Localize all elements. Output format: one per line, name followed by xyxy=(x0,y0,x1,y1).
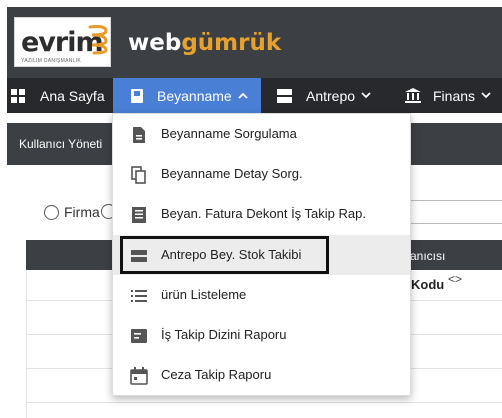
copy-icon xyxy=(131,166,146,184)
book-icon xyxy=(131,88,143,103)
main-navbar: Ana Sayfa Beyanname Antrepo Finans xyxy=(7,78,502,113)
table-header-label: anıcısı xyxy=(410,249,446,263)
chevron-up-icon xyxy=(238,92,248,99)
menu-item-beyanname-detay[interactable]: Beyanname Detay Sorg. xyxy=(113,154,410,194)
bank-icon xyxy=(405,88,421,103)
menu-item-label: Beyan. Fatura Dekont İş Takip Rap. xyxy=(161,206,366,221)
filter-input[interactable] xyxy=(410,200,502,224)
menu-item-label: ürün Listeleme xyxy=(161,287,247,302)
brand-suffix: gümrük xyxy=(181,30,282,56)
company-logo[interactable]: evrim yazılım danışmanlık xyxy=(14,17,111,67)
app-header: evrim yazılım danışmanlık webgümrük xyxy=(7,7,502,78)
menu-item-is-takip-dizini[interactable]: İş Takip Dizini Raporu xyxy=(113,315,410,355)
radio-label: Firma xyxy=(64,204,100,220)
column-header-kodu[interactable]: Kodu xyxy=(411,277,444,292)
menu-item-label: Ceza Takip Raporu xyxy=(161,367,272,382)
brand-prefix: web xyxy=(128,30,182,56)
menu-item-urun-listeleme[interactable]: ürün Listeleme xyxy=(113,275,410,315)
nav-item-antrepo[interactable]: Antrepo xyxy=(277,78,387,113)
logo-swirl-icon xyxy=(88,25,108,55)
menu-item-label: Beyanname Detay Sorg. xyxy=(161,166,303,181)
list-document-icon xyxy=(132,207,146,223)
selection-highlight xyxy=(120,236,329,274)
nav-item-ana-sayfa[interactable]: Ana Sayfa xyxy=(7,78,110,113)
folder-report-icon xyxy=(131,329,147,343)
list-icon xyxy=(131,290,147,302)
document-icon xyxy=(133,127,145,143)
nav-label: Antrepo xyxy=(306,87,356,104)
nav-label: Ana Sayfa xyxy=(40,87,105,104)
nav-item-finans[interactable]: Finans xyxy=(405,78,502,113)
dashboard-icon xyxy=(11,88,25,103)
table-column-divider xyxy=(26,270,27,418)
nav-item-beyanname[interactable]: Beyanname xyxy=(113,78,261,113)
warehouse-icon xyxy=(277,88,292,103)
radio-firma[interactable]: Firma xyxy=(44,204,100,220)
radio-button[interactable] xyxy=(44,204,59,220)
menu-item-label: Beyanname Sorgulama xyxy=(161,126,297,141)
brand-title: webgümrük xyxy=(128,30,281,56)
menu-item-ceza-takip[interactable]: Ceza Takip Raporu xyxy=(113,355,410,395)
nav-label: Beyanname xyxy=(157,87,232,104)
menu-item-fatura-dekont[interactable]: Beyan. Fatura Dekont İş Takip Rap. xyxy=(113,194,410,234)
menu-item-label: İş Takip Dizini Raporu xyxy=(161,327,287,342)
chevron-down-icon xyxy=(361,92,371,99)
logo-tagline: yazılım danışmanlık xyxy=(21,58,82,64)
page-title: Kullanıcı Yöneti xyxy=(19,137,103,151)
chevron-down-icon xyxy=(481,92,491,99)
table-row xyxy=(26,402,502,403)
menu-item-beyanname-sorgulama[interactable]: Beyanname Sorgulama xyxy=(113,114,410,154)
calendar-icon xyxy=(130,367,148,385)
nav-label: Finans xyxy=(433,87,476,104)
sort-icon[interactable]: <> xyxy=(448,272,462,286)
